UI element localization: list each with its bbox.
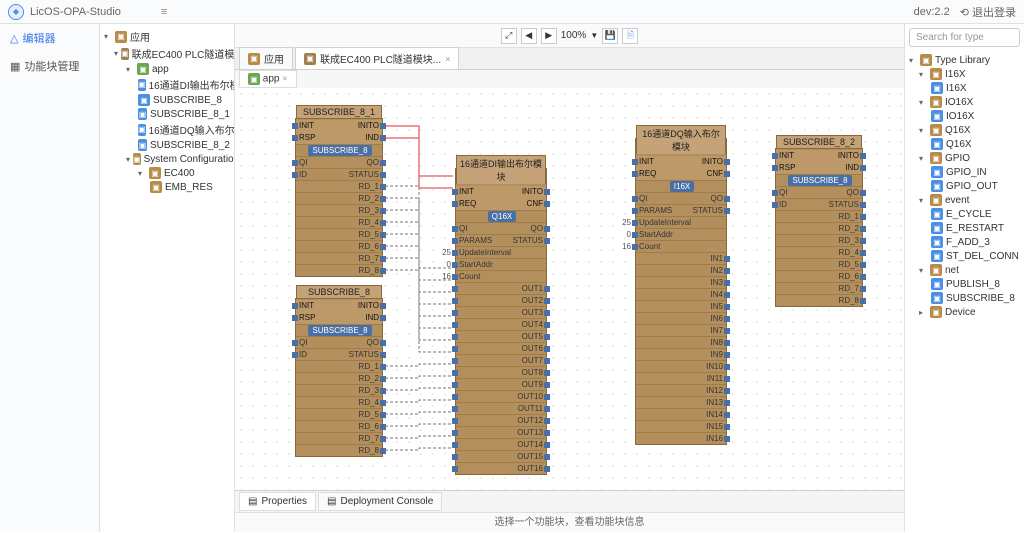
right-sidebar: Search for type ▾▣Type Library ▾▣I16X ▣I… bbox=[904, 24, 1024, 532]
type-subscribe8[interactable]: ▣SUBSCRIBE_8 bbox=[905, 291, 1024, 305]
project-explorer: ▾▣应用 ▾▣联成EC400 PLC隧道模块组态 ▾▣app ▣16通道DI输出… bbox=[100, 24, 235, 532]
bottom-panel-tabs: ▤Properties ▤Deployment Console bbox=[235, 490, 904, 512]
logout-button[interactable]: ⟲ 退出登录 bbox=[960, 4, 1016, 20]
type-i16x[interactable]: ▣I16X bbox=[905, 81, 1024, 95]
sidebar-editor-label: 编辑器 bbox=[22, 30, 55, 46]
fb-SUBSCRIBE_8[interactable]: SUBSCRIBE_8INITINITORSPINDSUBSCRIBE_8QIQ… bbox=[295, 298, 383, 457]
type-net-folder[interactable]: ▾▣net bbox=[905, 263, 1024, 277]
close-icon[interactable]: × bbox=[282, 74, 287, 84]
type-ecycle[interactable]: ▣E_CYCLE bbox=[905, 207, 1024, 221]
type-q16x[interactable]: ▣Q16X bbox=[905, 137, 1024, 151]
left-sidebar: △ 编辑器 ▦ 功能块管理 bbox=[0, 24, 100, 532]
fb-SUBSCRIBE_8_2[interactable]: SUBSCRIBE_8_2INITINITORSPINDSUBSCRIBE_8Q… bbox=[775, 148, 863, 307]
type-publish8[interactable]: ▣PUBLISH_8 bbox=[905, 277, 1024, 291]
sub-tab-app[interactable]: ▣ app × bbox=[239, 70, 297, 88]
type-q16x-folder[interactable]: ▾▣Q16X bbox=[905, 123, 1024, 137]
type-device[interactable]: ▸▣Device bbox=[905, 305, 1024, 319]
sidebar-item-editor[interactable]: △ 编辑器 bbox=[0, 24, 99, 52]
fb-16通道DQ输入布尔模块[interactable]: 16通道DQ输入布尔模块INITINITOREQCNFI16XQIQOPARAM… bbox=[635, 138, 727, 445]
tree-ec400[interactable]: ▾▣EC400 bbox=[100, 166, 234, 180]
tree-node-sub82[interactable]: ▣SUBSCRIBE_8_2 bbox=[100, 138, 234, 152]
diagram-canvas[interactable]: SUBSCRIBE_8_1INITINITORSPINDSUBSCRIBE_8Q… bbox=[235, 88, 904, 490]
type-fadd3[interactable]: ▣F_ADD_3 bbox=[905, 235, 1024, 249]
toolbar-menu-icon[interactable]: ≡ bbox=[161, 6, 167, 18]
block-badge: SUBSCRIBE_8 bbox=[308, 325, 371, 336]
editor-sub-tabs: ▣ app × bbox=[235, 70, 904, 88]
tree-sysconf[interactable]: ▾▣System Configuration bbox=[100, 152, 234, 166]
type-library-root[interactable]: ▾▣Type Library bbox=[905, 53, 1024, 67]
sidebar-blocks-label: 功能块管理 bbox=[24, 58, 79, 74]
block-badge: Q16X bbox=[488, 211, 516, 222]
type-io16x-folder[interactable]: ▾▣IO16X bbox=[905, 95, 1024, 109]
tab-project[interactable]: ▣联成EC400 PLC隧道模块...× bbox=[295, 47, 459, 69]
version-label: dev:2.2 bbox=[914, 6, 950, 18]
app-logo-icon: ◆ bbox=[8, 4, 24, 20]
nav-left-icon[interactable]: ◀ bbox=[521, 28, 537, 44]
tree-project[interactable]: ▾▣联成EC400 PLC隧道模块组态 bbox=[100, 45, 234, 62]
folder-icon: ▣ bbox=[248, 53, 260, 65]
tree-embres[interactable]: ▣EMB_RES bbox=[100, 180, 234, 194]
type-i16x-folder[interactable]: ▾▣I16X bbox=[905, 67, 1024, 81]
fb-16通道DI输出布尔模块[interactable]: 16通道DI输出布尔模块INITINITOREQCNFQ16XQIQOPARAM… bbox=[455, 168, 547, 475]
type-gpio-in[interactable]: ▣GPIO_IN bbox=[905, 165, 1024, 179]
tab-app-root[interactable]: ▣应用 bbox=[239, 47, 293, 69]
tab-deployment-console[interactable]: ▤Deployment Console bbox=[318, 492, 442, 511]
tree-root[interactable]: ▾▣应用 bbox=[100, 28, 234, 45]
canvas-area: ⤢ ◀ ▶ 100% ▼ 💾 🗎 ▣应用 ▣联成EC400 PLC隧道模块...… bbox=[235, 24, 904, 532]
blocks-icon: ▦ bbox=[10, 60, 20, 73]
canvas-toolbar: ⤢ ◀ ▶ 100% ▼ 💾 🗎 bbox=[235, 24, 904, 48]
block-badge: SUBSCRIBE_8 bbox=[308, 145, 371, 156]
zoom-dropdown-icon[interactable]: ▼ bbox=[590, 31, 598, 40]
properties-icon: ▤ bbox=[248, 496, 257, 507]
type-gpio-out[interactable]: ▣GPIO_OUT bbox=[905, 179, 1024, 193]
tree-app[interactable]: ▾▣app bbox=[100, 62, 234, 76]
tree-node-di16[interactable]: ▣16通道DI输出布尔模块 bbox=[100, 76, 234, 93]
type-event-folder[interactable]: ▾▣event bbox=[905, 193, 1024, 207]
console-icon: ▤ bbox=[327, 496, 336, 507]
editor-icon: △ bbox=[10, 32, 18, 45]
type-erestart[interactable]: ▣E_RESTART bbox=[905, 221, 1024, 235]
type-gpio-folder[interactable]: ▾▣GPIO bbox=[905, 151, 1024, 165]
tree-node-sub8[interactable]: ▣SUBSCRIBE_8 bbox=[100, 93, 234, 107]
box-icon: ▣ bbox=[304, 53, 316, 65]
type-io16x[interactable]: ▣IO16X bbox=[905, 109, 1024, 123]
expand-icon[interactable]: ⤢ bbox=[501, 28, 517, 44]
nav-right-icon[interactable]: ▶ bbox=[541, 28, 557, 44]
app-title: LicOS-OPA-Studio bbox=[30, 6, 121, 18]
tab-properties[interactable]: ▤Properties bbox=[239, 492, 316, 511]
block-badge: I16X bbox=[670, 181, 694, 192]
save-as-icon[interactable]: 🗎 bbox=[622, 28, 638, 44]
save-icon[interactable]: 💾 bbox=[602, 28, 618, 44]
tree-node-sub81[interactable]: ▣SUBSCRIBE_8_1 bbox=[100, 107, 234, 121]
tree-node-dq16[interactable]: ▣16通道DQ输入布尔模块 bbox=[100, 121, 234, 138]
fb-SUBSCRIBE_8_1[interactable]: SUBSCRIBE_8_1INITINITORSPINDSUBSCRIBE_8Q… bbox=[295, 118, 383, 277]
titlebar: ◆ LicOS-OPA-Studio ≡ dev:2.2 ⟲ 退出登录 bbox=[0, 0, 1024, 24]
sidebar-item-blocks[interactable]: ▦ 功能块管理 bbox=[0, 52, 99, 80]
close-icon[interactable]: × bbox=[445, 54, 450, 64]
editor-tabs: ▣应用 ▣联成EC400 PLC隧道模块...× bbox=[235, 48, 904, 70]
block-badge: SUBSCRIBE_8 bbox=[788, 175, 851, 186]
zoom-label: 100% bbox=[561, 30, 587, 41]
type-stdelconn[interactable]: ▣ST_DEL_CONN bbox=[905, 249, 1024, 263]
app-icon: ▣ bbox=[248, 73, 260, 85]
status-bar: 选择一个功能块，查看功能块信息 bbox=[235, 512, 904, 532]
search-input[interactable]: Search for type bbox=[909, 28, 1020, 47]
